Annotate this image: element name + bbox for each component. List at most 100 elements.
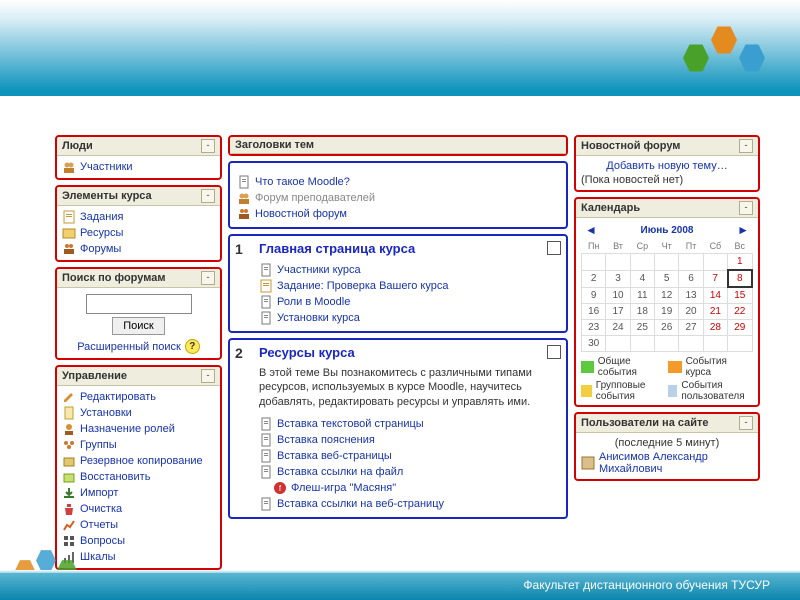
search-button[interactable]: Поиск xyxy=(112,317,164,335)
list-item[interactable]: Вопросы xyxy=(62,533,215,549)
cal-day[interactable]: 4 xyxy=(630,270,654,287)
add-topic-link[interactable]: Добавить новую тему… xyxy=(606,160,728,172)
cal-day[interactable]: 24 xyxy=(606,320,630,336)
list-item[interactable]: fФлеш-игра "Масяня" xyxy=(273,480,559,496)
cal-day[interactable]: 15 xyxy=(728,287,752,304)
collapse-icon[interactable]: - xyxy=(201,271,215,285)
list-item[interactable]: Резервное копирование xyxy=(62,453,215,469)
collapse-icon[interactable]: - xyxy=(739,201,753,215)
legend-item[interactable]: События пользователя xyxy=(668,380,753,402)
item-label: Флеш-игра "Масяня" xyxy=(291,482,396,494)
cal-day[interactable]: 30 xyxy=(582,336,606,352)
cal-day[interactable]: 3 xyxy=(606,270,630,287)
list-item[interactable]: Ресурсы xyxy=(62,225,215,241)
list-item[interactable]: Задание: Проверка Вашего курса xyxy=(259,278,559,294)
people-icon xyxy=(237,191,251,205)
legend-label: События пользователя xyxy=(681,380,753,402)
list-item[interactable]: Шкалы xyxy=(62,549,215,565)
cal-day[interactable]: 20 xyxy=(679,304,703,320)
cal-day[interactable]: 21 xyxy=(703,304,727,320)
list-item[interactable]: Форумы xyxy=(62,241,215,257)
list-item[interactable]: Группы xyxy=(62,437,215,453)
list-item[interactable]: Участники xyxy=(62,159,215,175)
list-item[interactable]: Форум преподавателей xyxy=(237,190,559,206)
collapse-icon[interactable]: - xyxy=(201,139,215,153)
list-item[interactable]: Назначение ролей xyxy=(62,421,215,437)
item-label: Установки курса xyxy=(277,312,360,324)
cal-day[interactable]: 25 xyxy=(630,320,654,336)
cal-day[interactable]: 10 xyxy=(606,287,630,304)
online-user[interactable]: Анисимов Александр Михайлович xyxy=(599,451,753,475)
online-title: Пользователи на сайте xyxy=(581,417,709,429)
cal-next[interactable]: ► xyxy=(737,223,749,237)
collapse-icon[interactable]: - xyxy=(739,139,753,153)
cal-prev[interactable]: ◄ xyxy=(585,223,597,237)
list-item[interactable]: Редактировать xyxy=(62,389,215,405)
item-label: Форум преподавателей xyxy=(255,192,375,204)
cal-day[interactable]: 18 xyxy=(630,304,654,320)
list-item[interactable]: Отчеты xyxy=(62,517,215,533)
cal-dow: Чт xyxy=(655,239,679,254)
list-item[interactable]: Очистка xyxy=(62,501,215,517)
cal-day[interactable]: 14 xyxy=(703,287,727,304)
list-item[interactable]: Импорт xyxy=(62,485,215,501)
item-label: Редактировать xyxy=(80,391,156,403)
cal-day[interactable]: 16 xyxy=(582,304,606,320)
cal-day[interactable]: 5 xyxy=(655,270,679,287)
cal-day[interactable]: 11 xyxy=(630,287,654,304)
list-item[interactable]: Новостной форум xyxy=(237,206,559,222)
legend-item[interactable]: Групповые события xyxy=(581,380,666,402)
list-item[interactable]: Участники курса xyxy=(259,262,559,278)
item-label: Задания xyxy=(80,211,123,223)
admin-title: Управление xyxy=(62,370,127,382)
cal-day[interactable]: 12 xyxy=(655,287,679,304)
cal-month: Июнь 2008 xyxy=(641,225,694,236)
news-title: Новостной форум xyxy=(581,140,680,152)
cal-day[interactable]: 6 xyxy=(679,270,703,287)
list-item[interactable]: Задания xyxy=(62,209,215,225)
list-item[interactable]: Установки курса xyxy=(259,310,559,326)
topic-checkbox[interactable] xyxy=(547,241,561,255)
advanced-search-link[interactable]: Расширенный поиск xyxy=(77,341,181,353)
cal-day[interactable]: 1 xyxy=(728,254,752,271)
list-item[interactable]: Установки xyxy=(62,405,215,421)
elements-body: Задания РесурсыФорумы xyxy=(57,206,220,260)
cal-day[interactable]: 7 xyxy=(703,270,727,287)
cal-day xyxy=(630,336,654,352)
cal-day[interactable]: 19 xyxy=(655,304,679,320)
cal-day[interactable]: 9 xyxy=(582,287,606,304)
cal-day[interactable]: 8 xyxy=(728,270,752,287)
legend-item[interactable]: События курса xyxy=(668,356,753,378)
cal-day[interactable]: 28 xyxy=(703,320,727,336)
list-item[interactable]: Что такое Moodle? xyxy=(237,174,559,190)
cal-day xyxy=(630,254,654,271)
list-item[interactable]: Вставка веб-страницы xyxy=(259,448,559,464)
list-item[interactable]: Роли в Moodle xyxy=(259,294,559,310)
cal-day[interactable]: 22 xyxy=(728,304,752,320)
cal-day[interactable]: 27 xyxy=(679,320,703,336)
list-item[interactable]: Вставка пояснения xyxy=(259,432,559,448)
cal-day[interactable]: 29 xyxy=(728,320,752,336)
item-label: Резервное копирование xyxy=(80,455,203,467)
collapse-icon[interactable]: - xyxy=(201,369,215,383)
legend-label: Групповые события xyxy=(596,380,666,402)
list-item[interactable]: Вставка ссылки на веб-страницу xyxy=(259,496,559,512)
cal-day[interactable]: 26 xyxy=(655,320,679,336)
topic-checkbox[interactable] xyxy=(547,345,561,359)
page-icon xyxy=(259,497,273,511)
cal-day[interactable]: 17 xyxy=(606,304,630,320)
cal-day[interactable]: 23 xyxy=(582,320,606,336)
collapse-icon[interactable]: - xyxy=(739,416,753,430)
list-item[interactable]: Вставка текстовой страницы xyxy=(259,416,559,432)
cal-day[interactable]: 2 xyxy=(582,270,606,287)
import-icon xyxy=(62,486,76,500)
list-item[interactable]: Восстановить xyxy=(62,469,215,485)
topic-desc: В этой теме Вы познакомитесь с различным… xyxy=(259,366,559,409)
help-icon[interactable]: ? xyxy=(185,339,200,354)
collapse-icon[interactable]: - xyxy=(201,189,215,203)
legend-item[interactable]: Общие события xyxy=(581,356,666,378)
search-input[interactable] xyxy=(86,294,192,314)
cal-day[interactable]: 13 xyxy=(679,287,703,304)
assign-icon xyxy=(259,279,273,293)
list-item[interactable]: Вставка ссылки на файл xyxy=(259,464,559,480)
